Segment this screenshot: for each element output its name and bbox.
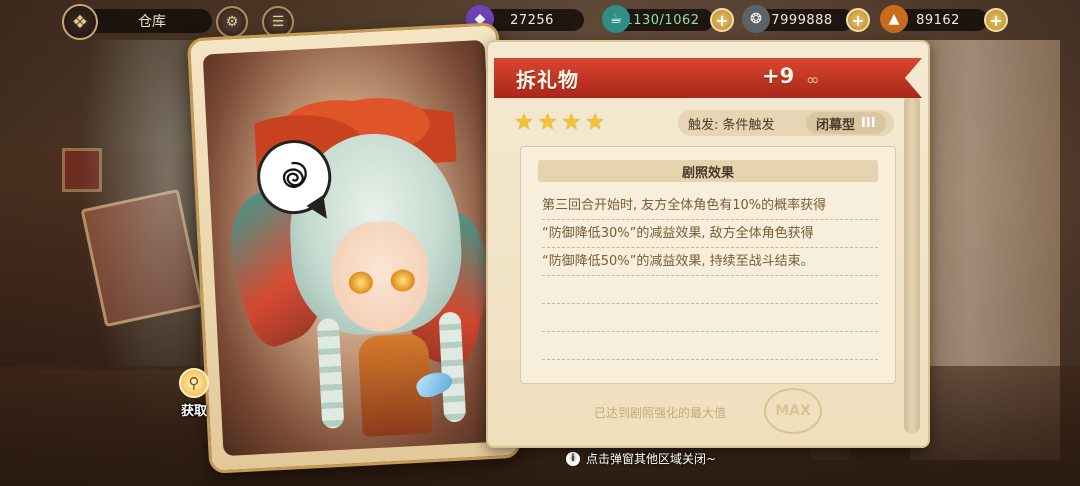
info-icon: i — [566, 451, 580, 466]
scribble-icon — [282, 161, 307, 188]
add-carrot-button[interactable]: + — [984, 8, 1008, 32]
carrot-icon: ▲ — [880, 5, 908, 33]
close-hint: i 点击弹窗其他区域关闭~ — [566, 450, 716, 467]
item-level: +9 — [762, 64, 795, 88]
coin-icon: ❂ — [742, 5, 770, 33]
effect-line: “防御降低50%”的减益效果, 持续至战斗结束。 — [542, 248, 878, 276]
add-coin-button[interactable]: + — [846, 8, 870, 32]
star-icon: ★ — [537, 110, 558, 135]
trigger-info: 触发: 条件触发 闭幕型 III — [678, 110, 894, 136]
resource-crystal-value: 27256 — [480, 9, 584, 31]
panel-scrollbar[interactable] — [904, 94, 920, 434]
top-bar: 仓库 ❖ ⚙ ☰ 27256 ◆ 1130/1062 ☕ + 7999888 ❂… — [0, 0, 1080, 40]
star-icon: ★ — [514, 110, 534, 135]
effect-line: 第三回合开始时, 友方全体角色有10%的概率获得 — [542, 192, 878, 220]
star-rating: ★ ★ ★ ★ — [514, 110, 605, 135]
gear-icon[interactable]: ⚙ — [216, 6, 248, 38]
magnifier-icon: ⚲ — [179, 368, 209, 398]
star-icon: ★ — [585, 110, 605, 135]
swirl-ornament-icon: ∞ — [806, 70, 820, 89]
trigger-label: 触发: 条件触发 — [688, 117, 775, 133]
close-hint-text: 点击弹窗其他区域关闭~ — [586, 452, 717, 466]
max-seal: MAX — [764, 388, 822, 434]
card-illustration — [202, 39, 506, 457]
type-label: 闭幕型 — [816, 117, 856, 133]
back-home-button[interactable]: ❖ — [62, 4, 98, 40]
max-enhancement-note: 已达到剧照强化的最大值 — [594, 406, 727, 420]
character-card — [186, 22, 522, 474]
type-chip: 闭幕型 III — [806, 112, 886, 134]
item-name: 拆礼物 — [516, 68, 579, 92]
page-title: 仓库 — [92, 9, 212, 33]
effect-line — [542, 276, 878, 304]
effect-line: “防御降低30%”的减益效果, 敌方全体角色获得 — [542, 220, 878, 248]
add-stamina-button[interactable]: + — [710, 8, 734, 32]
effect-title: 剧照效果 — [538, 160, 878, 182]
stamina-icon: ☕ — [602, 5, 630, 33]
character-braid-left — [316, 317, 345, 429]
type-rank: III — [861, 115, 876, 131]
effect-line — [542, 304, 878, 332]
star-icon: ★ — [561, 110, 582, 135]
effect-line — [542, 332, 878, 360]
home-icon: ❖ — [71, 11, 89, 33]
acquire-label: 获取 — [180, 404, 207, 419]
acquire-button[interactable]: ⚲ 获取 — [172, 368, 216, 419]
